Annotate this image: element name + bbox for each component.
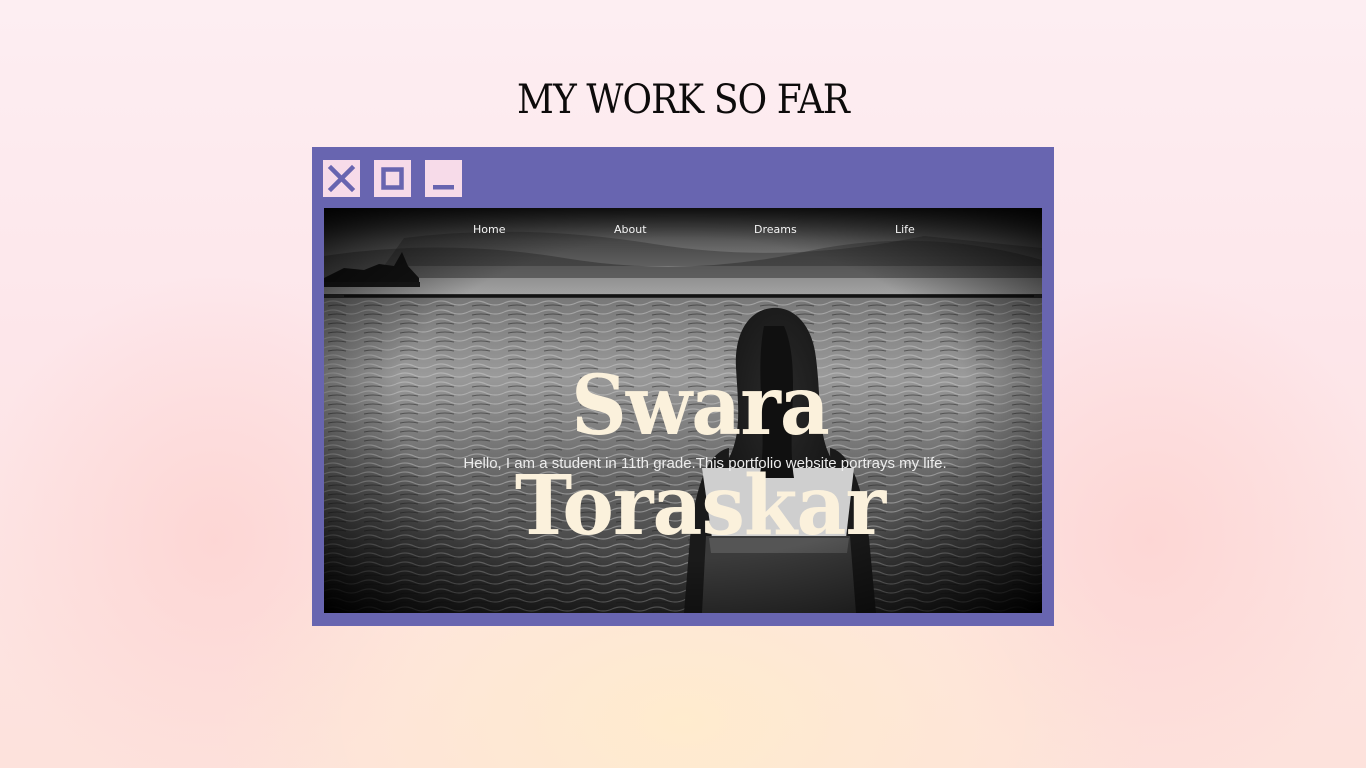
nav-link-about[interactable]: About bbox=[614, 223, 647, 237]
close-button[interactable] bbox=[323, 160, 360, 197]
hero-subtitle: Hello, I am a student in 11th grade.This… bbox=[463, 455, 947, 472]
minimize-button[interactable] bbox=[425, 160, 462, 197]
section-title: MY WORK SO FAR bbox=[516, 77, 850, 123]
website-preview: Home About Dreams Life Swara Toraskar He… bbox=[324, 208, 1042, 613]
maximize-square-icon bbox=[381, 167, 404, 190]
nav-link-life[interactable]: Life bbox=[895, 223, 915, 237]
minimize-bar-icon bbox=[433, 185, 454, 190]
site-navigation: Home About Dreams Life bbox=[324, 223, 1042, 239]
browser-window-mockup: Home About Dreams Life Swara Toraskar He… bbox=[312, 147, 1054, 626]
nav-link-home[interactable]: Home bbox=[473, 223, 505, 237]
close-x-icon bbox=[327, 164, 356, 193]
nav-link-dreams[interactable]: Dreams bbox=[754, 223, 797, 237]
maximize-button[interactable] bbox=[374, 160, 411, 197]
